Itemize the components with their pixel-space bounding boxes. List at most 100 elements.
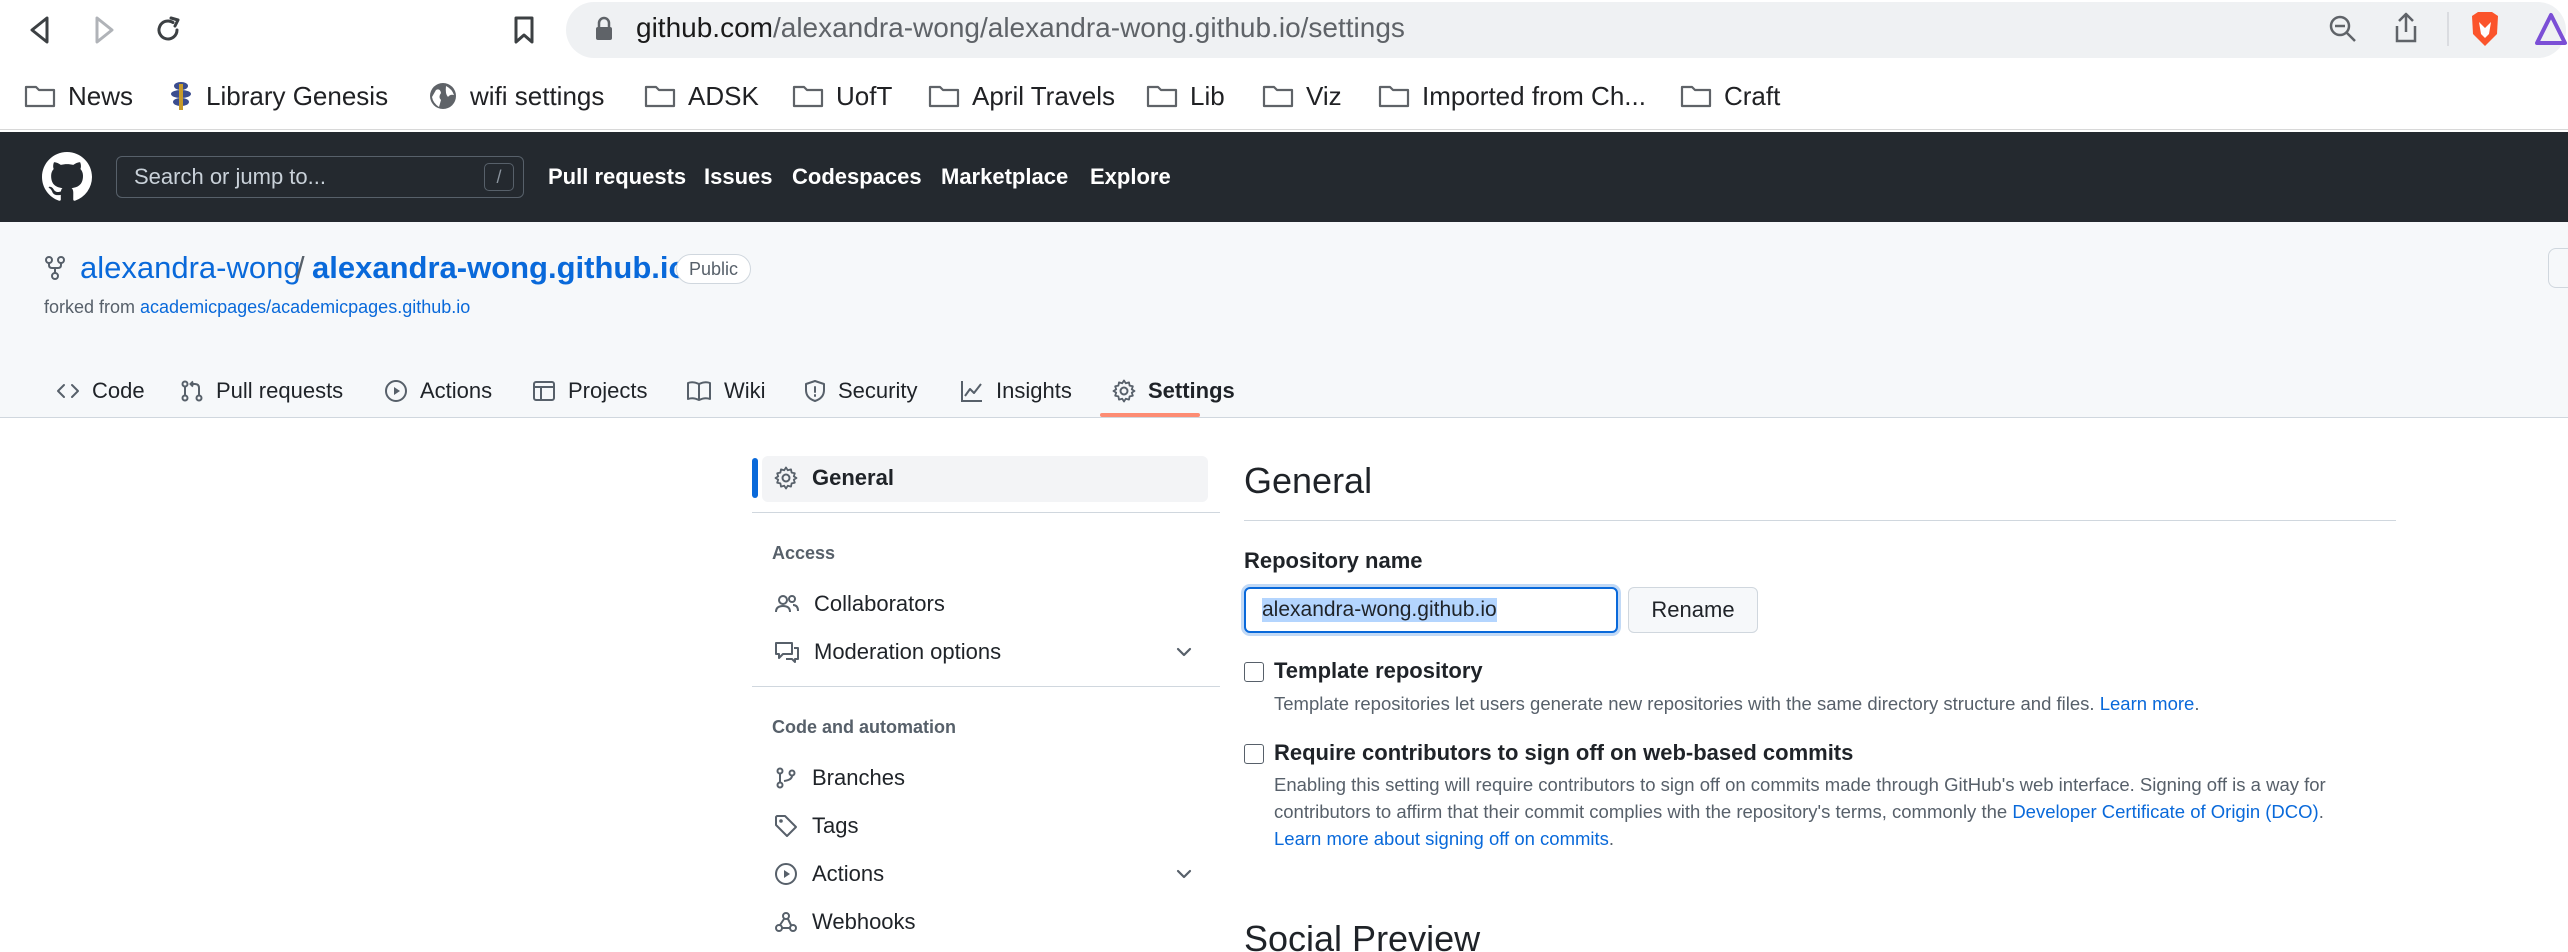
- url-text: github.com/alexandra-wong/alexandra-wong…: [636, 12, 1405, 44]
- sidebar-item-branches[interactable]: Branches: [774, 758, 905, 798]
- template-repository-checkbox[interactable]: [1244, 662, 1264, 682]
- repo-forked-icon: [45, 256, 65, 280]
- note-period: .: [1608, 828, 1615, 849]
- github-logo-icon[interactable]: [42, 152, 92, 202]
- table-icon: [533, 381, 555, 401]
- bookmark-uoft[interactable]: UofT: [792, 78, 892, 114]
- back-button[interactable]: [20, 10, 60, 50]
- folder-icon: [1262, 85, 1294, 108]
- shield-icon: [805, 380, 825, 402]
- bookmark-news[interactable]: News: [24, 78, 133, 114]
- sidebar-heading-access: Access: [772, 543, 836, 563]
- zoom-icon[interactable]: [2328, 14, 2358, 44]
- bookmark-lib[interactable]: Lib: [1146, 78, 1225, 114]
- bookmark-label: wifi settings: [470, 80, 605, 111]
- template-repository-label: Template repository: [1274, 658, 1483, 683]
- bookmark-label: Library Genesis: [206, 80, 389, 111]
- folder-icon: [24, 85, 56, 108]
- url-path: /alexandra-wong/alexandra-wong.github.io…: [772, 12, 1405, 43]
- header-nav-marketplace[interactable]: Marketplace: [941, 164, 1068, 190]
- search-shortcut-key: /: [484, 163, 514, 191]
- bookmark-icon: [514, 16, 534, 44]
- bookmark-label: Craft: [1724, 80, 1781, 111]
- chevron-down-icon[interactable]: [1172, 862, 1196, 886]
- bookmark-label: ADSK: [688, 80, 759, 111]
- library-genesis-icon: [171, 82, 191, 110]
- folder-icon: [1680, 85, 1712, 108]
- bookmark-april-travels[interactable]: April Travels: [928, 78, 1115, 114]
- reload-button[interactable]: [148, 10, 188, 50]
- tab-settings[interactable]: Settings: [1112, 366, 1235, 416]
- bookmark-library-genesis[interactable]: Library Genesis: [168, 78, 388, 114]
- tab-label: Projects: [568, 378, 648, 403]
- learn-more-link[interactable]: Learn more: [2100, 693, 2195, 714]
- bookmark-label: April Travels: [972, 80, 1116, 111]
- sidebar-item-label: Collaborators: [814, 591, 945, 616]
- signoff-checkbox[interactable]: [1244, 744, 1264, 764]
- play-icon: [775, 863, 797, 885]
- tab-label: Wiki: [724, 378, 766, 403]
- chevron-down-icon[interactable]: [1172, 640, 1196, 664]
- sidebar-item-moderation-options[interactable]: Moderation options: [774, 632, 1001, 672]
- branch-icon: [776, 767, 796, 789]
- tab-label: Insights: [996, 378, 1072, 403]
- tab-wiki[interactable]: Wiki: [686, 366, 766, 416]
- header-nav-codespaces[interactable]: Codespaces: [792, 164, 922, 190]
- share-icon[interactable]: [2392, 12, 2420, 44]
- tab-label: Settings: [1148, 378, 1235, 403]
- tab-security[interactable]: Security: [804, 366, 917, 416]
- bookmark-craft[interactable]: Craft: [1680, 78, 1780, 114]
- bookmark-wifi-settings[interactable]: wifi settings: [428, 78, 604, 114]
- visibility-badge: Public: [676, 254, 752, 284]
- brave-shield-icon[interactable]: [2468, 10, 2502, 48]
- sidebar-item-collaborators[interactable]: Collaborators: [774, 584, 945, 624]
- tab-label: Actions: [420, 378, 493, 403]
- tab-code[interactable]: Code: [56, 366, 145, 416]
- sidebar-item-webhooks[interactable]: Webhooks: [774, 902, 916, 942]
- folder-icon: [928, 85, 960, 108]
- sidebar-item-tags[interactable]: Tags: [774, 806, 858, 846]
- url-host: github.com: [636, 12, 773, 43]
- sidebar-item-label: Moderation options: [814, 639, 1002, 664]
- sidebar-item-general[interactable]: General: [774, 458, 894, 498]
- bookmark-viz[interactable]: Viz: [1262, 78, 1342, 114]
- rename-button[interactable]: Rename: [1628, 587, 1758, 633]
- forked-from-link[interactable]: academicpages/academicpages.github.io: [140, 297, 470, 317]
- social-preview-title: Social Preview: [1244, 918, 1481, 952]
- dco-link[interactable]: Developer Certificate of Origin (DCO): [2012, 801, 2318, 822]
- forward-button[interactable]: [84, 10, 124, 50]
- webhook-icon: [775, 912, 797, 932]
- brave-rewards-icon[interactable]: [2534, 12, 2568, 46]
- bookmark-imported[interactable]: Imported from Ch...: [1378, 78, 1646, 114]
- repo-owner-link[interactable]: alexandra-wong: [80, 250, 301, 286]
- header-nav-explore[interactable]: Explore: [1090, 164, 1171, 190]
- template-repository-note: Template repositories let users generate…: [1274, 690, 2199, 717]
- bookmark-label: Imported from Ch...: [1422, 80, 1646, 111]
- template-note-text: Template repositories let users generate…: [1274, 693, 2100, 714]
- repo-action-button[interactable]: [2548, 248, 2568, 288]
- code-icon: [57, 384, 79, 398]
- people-icon: [775, 595, 799, 613]
- sidebar-divider: [752, 686, 1220, 687]
- learn-signoff-link[interactable]: Learn more about signing off on commits: [1274, 828, 1609, 849]
- tab-actions[interactable]: Actions: [384, 366, 492, 416]
- bookmark-label: UofT: [836, 80, 893, 111]
- tab-insights[interactable]: Insights: [960, 366, 1072, 416]
- repo-name-link[interactable]: alexandra-wong.github.io: [312, 250, 687, 286]
- tab-label: Code: [92, 378, 145, 403]
- sidebar-divider: [752, 512, 1220, 513]
- forward-icon: [95, 16, 114, 44]
- header-nav-issues[interactable]: Issues: [704, 164, 773, 190]
- toolbar-divider: [2447, 12, 2449, 46]
- tab-pull-requests[interactable]: Pull requests: [180, 366, 343, 416]
- sidebar-item-label: Branches: [812, 765, 905, 790]
- tab-projects[interactable]: Projects: [532, 366, 647, 416]
- signoff-note-line-3: Learn more about signing off on commits.: [1274, 825, 1614, 852]
- repository-name-value: alexandra-wong.github.io: [1262, 598, 1497, 622]
- sidebar-item-actions[interactable]: Actions: [774, 854, 884, 894]
- bookmark-adsk[interactable]: ADSK: [644, 78, 759, 114]
- folder-icon: [1378, 85, 1410, 108]
- note-period: .: [2194, 693, 2200, 714]
- bookmark-page-button[interactable]: [504, 10, 544, 50]
- header-nav-pull-requests[interactable]: Pull requests: [548, 164, 686, 190]
